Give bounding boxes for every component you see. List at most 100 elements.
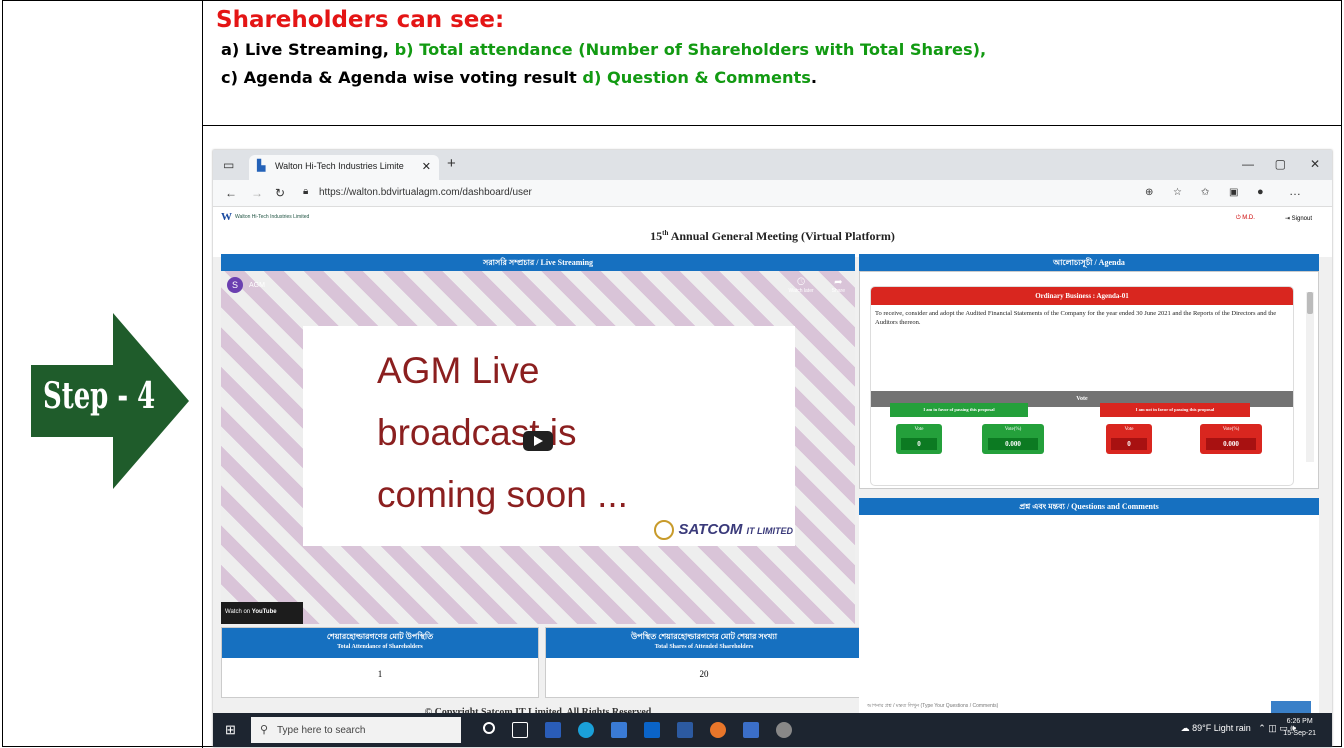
mail-icon[interactable] bbox=[644, 722, 660, 738]
walton-w-logo-icon: W bbox=[221, 211, 232, 223]
system-tray[interactable]: ☁ 89°F Light rain ⌃ ◫ ▭ 🕪︎ bbox=[1181, 723, 1296, 734]
logo-text: Walton Hi-Tech Industries Limited bbox=[235, 214, 310, 220]
more-menu-icon[interactable]: … bbox=[1289, 184, 1301, 198]
watch-on-label: Watch on bbox=[225, 609, 251, 615]
attendance-value: 1 bbox=[377, 669, 383, 679]
youtube-logo: YouTube bbox=[251, 609, 277, 615]
total-shares-header: উপস্থিত শেয়ারহোল্ডারগণের মোট শেয়ার সংখ… bbox=[546, 628, 862, 658]
meeting-title-rest: Annual General Meeting (Virtual Platform… bbox=[670, 229, 895, 243]
favor-vote-label: Vote bbox=[914, 427, 924, 432]
md-label: M.D. bbox=[1242, 215, 1255, 221]
table-divider bbox=[203, 125, 1341, 126]
browser-tab[interactable]: ▙ Walton Hi-Tech Industries Limite ✕ bbox=[249, 155, 439, 180]
favor-vote-value: 0 bbox=[901, 438, 937, 450]
header-period: . bbox=[810, 68, 818, 87]
question-input[interactable]: আপনার প্রশ্ন / মন্তব্য লিখুন (Type Your … bbox=[867, 701, 1267, 713]
channel-avatar: S bbox=[227, 277, 243, 293]
header-line-2: c) Agenda & Agenda wise voting result d)… bbox=[216, 64, 1326, 92]
shares-title-en: Total Shares of Attended Shareholders bbox=[654, 644, 754, 650]
windows-taskbar: ⊞ ⚲ Type here to search ☁ 89°F Light rai… bbox=[213, 713, 1332, 747]
chrome-icon[interactable] bbox=[776, 722, 792, 738]
site-menu: ⏻ M.D. ⇥ Signout bbox=[1236, 215, 1312, 222]
profile-icon[interactable]: ● bbox=[1257, 185, 1264, 199]
favor-pct-label: Vote(%) bbox=[1004, 427, 1022, 432]
firefox-icon[interactable] bbox=[710, 722, 726, 738]
feature-live-streaming: a) Live Streaming, bbox=[221, 40, 389, 59]
satcom-logo: SATCOM IT LIMITED bbox=[654, 520, 793, 540]
brand-sub: IT LIMITED bbox=[746, 525, 794, 536]
minimize-icon[interactable]: — bbox=[1242, 157, 1254, 171]
meeting-title: 15th Annual General Meeting (Virtual Pla… bbox=[213, 229, 1332, 244]
header-title: Shareholders can see: bbox=[216, 7, 505, 33]
taskbar-search-placeholder: Type here to search bbox=[277, 725, 366, 736]
feature-questions: d) Question & Comments bbox=[582, 68, 811, 87]
forward-icon[interactable]: → bbox=[251, 186, 263, 200]
agenda-scrollbar[interactable] bbox=[1306, 292, 1314, 462]
slide-line-3: coming soon ... bbox=[377, 474, 628, 515]
questions-panel bbox=[859, 515, 1319, 713]
slide-line-2: broadcast is bbox=[377, 412, 577, 453]
walton-logo: W Walton Hi-Tech Industries Limited bbox=[221, 211, 309, 223]
back-icon[interactable]: ← bbox=[225, 186, 237, 200]
against-vote-value: 0 bbox=[1111, 438, 1147, 450]
reload-icon[interactable]: ↻ bbox=[275, 186, 285, 200]
photos-icon[interactable] bbox=[743, 722, 759, 738]
folder-icon[interactable] bbox=[677, 722, 693, 738]
store-icon[interactable] bbox=[611, 722, 627, 738]
agenda-card: Ordinary Business : Agenda-01 To receive… bbox=[870, 286, 1294, 486]
against-vote-label: Vote bbox=[1124, 427, 1134, 432]
favorites-list-icon[interactable]: ✩ bbox=[1201, 186, 1209, 200]
video-player[interactable]: S AGM 🕓︎ Watch later ➦ Share AGM Live broa… bbox=[221, 271, 855, 624]
share-button[interactable]: ➦ Share bbox=[832, 277, 845, 294]
cortana-icon[interactable] bbox=[483, 722, 495, 734]
instruction-header: Shareholders can see: a) Live Streaming,… bbox=[216, 4, 1326, 92]
address-bar[interactable]: 🔒︎ https://walton.bdvirtualagm.com/dashb… bbox=[301, 183, 981, 203]
watch-later-button[interactable]: 🕓︎ Watch later bbox=[789, 277, 814, 294]
weather-text: 89°F Light rain bbox=[1192, 723, 1251, 733]
close-window-icon[interactable]: ✕ bbox=[1310, 157, 1320, 171]
walton-favicon-icon: ▙ bbox=[257, 160, 266, 172]
web-page: W Walton Hi-Tech Industries Limited ⏻ M.… bbox=[213, 207, 1332, 718]
feature-agenda: c) Agenda & Agenda wise voting result bbox=[221, 68, 577, 87]
browser-toolbar: ← → ↻ 🔒︎ https://walton.bdvirtualagm.com… bbox=[213, 180, 1332, 207]
watch-later-label: Watch later bbox=[788, 288, 814, 294]
close-tab-icon[interactable]: ✕ bbox=[422, 160, 431, 173]
satcom-logo-icon bbox=[654, 520, 675, 540]
shares-title-bn: উপস্থিত শেয়ারহোল্ডারগণের মোট শেয়ার সংখ… bbox=[630, 632, 778, 641]
agenda-header: আলোচ্যসূচী / Agenda bbox=[859, 254, 1319, 271]
signout-label: Signout bbox=[1291, 216, 1312, 222]
agenda-panel: Ordinary Business : Agenda-01 To receive… bbox=[859, 271, 1319, 489]
meeting-number: 15 bbox=[650, 229, 663, 243]
play-button-icon[interactable] bbox=[523, 431, 553, 451]
slide-text: AGM Live broadcast is coming soon ... bbox=[377, 340, 628, 526]
signout-link[interactable]: ⇥ Signout bbox=[1285, 215, 1312, 222]
favorite-icon[interactable]: ☆ bbox=[1173, 186, 1182, 200]
vote-against-button[interactable]: I am not in favor of passing this propos… bbox=[1100, 403, 1250, 417]
maximize-icon[interactable]: ▢ bbox=[1275, 157, 1286, 171]
vote-in-favor-button[interactable]: I am in favor of passing this proposal bbox=[890, 403, 1028, 417]
collections-icon[interactable]: ▣ bbox=[1229, 186, 1238, 200]
md-link[interactable]: ⏻ M.D. bbox=[1236, 215, 1255, 222]
against-vote-percent: Vote(%) 0.000 bbox=[1200, 424, 1262, 454]
taskbar-search[interactable]: ⚲ Type here to search bbox=[251, 717, 461, 743]
taskbar-clock[interactable]: 6:26 PM 15-Sep-21 bbox=[1283, 716, 1316, 740]
video-top-controls: 🕓︎ Watch later ➦ Share bbox=[789, 277, 845, 294]
edge-icon[interactable] bbox=[578, 722, 594, 738]
watch-on-youtube-button[interactable]: Watch on YouTube bbox=[221, 602, 303, 624]
brand-main: SATCOM bbox=[678, 520, 743, 538]
attendance-box: শেয়ারহোল্ডারগণের মোট উপস্থিতি Total Att… bbox=[221, 627, 539, 698]
app-icon[interactable] bbox=[545, 722, 561, 738]
tab-actions-icon[interactable]: ▭ bbox=[223, 158, 234, 172]
clock-time: 6:26 PM bbox=[1286, 718, 1313, 725]
url-text: https://walton.bdvirtualagm.com/dashboar… bbox=[319, 187, 532, 198]
zoom-icon[interactable]: ⊕ bbox=[1145, 186, 1153, 200]
favor-pct-value: 0.000 bbox=[988, 438, 1038, 450]
windows-start-icon[interactable]: ⊞ bbox=[225, 723, 239, 737]
slide-line-1: AGM Live bbox=[377, 350, 540, 391]
against-vote-count: Vote 0 bbox=[1106, 424, 1152, 454]
new-tab-icon[interactable]: + bbox=[447, 156, 456, 171]
task-view-icon[interactable] bbox=[512, 722, 528, 738]
favor-vote-count: Vote 0 bbox=[896, 424, 942, 454]
send-question-button[interactable] bbox=[1271, 701, 1311, 713]
browser-tab-bar: ▭ ▙ Walton Hi-Tech Industries Limite ✕ +… bbox=[213, 150, 1332, 180]
